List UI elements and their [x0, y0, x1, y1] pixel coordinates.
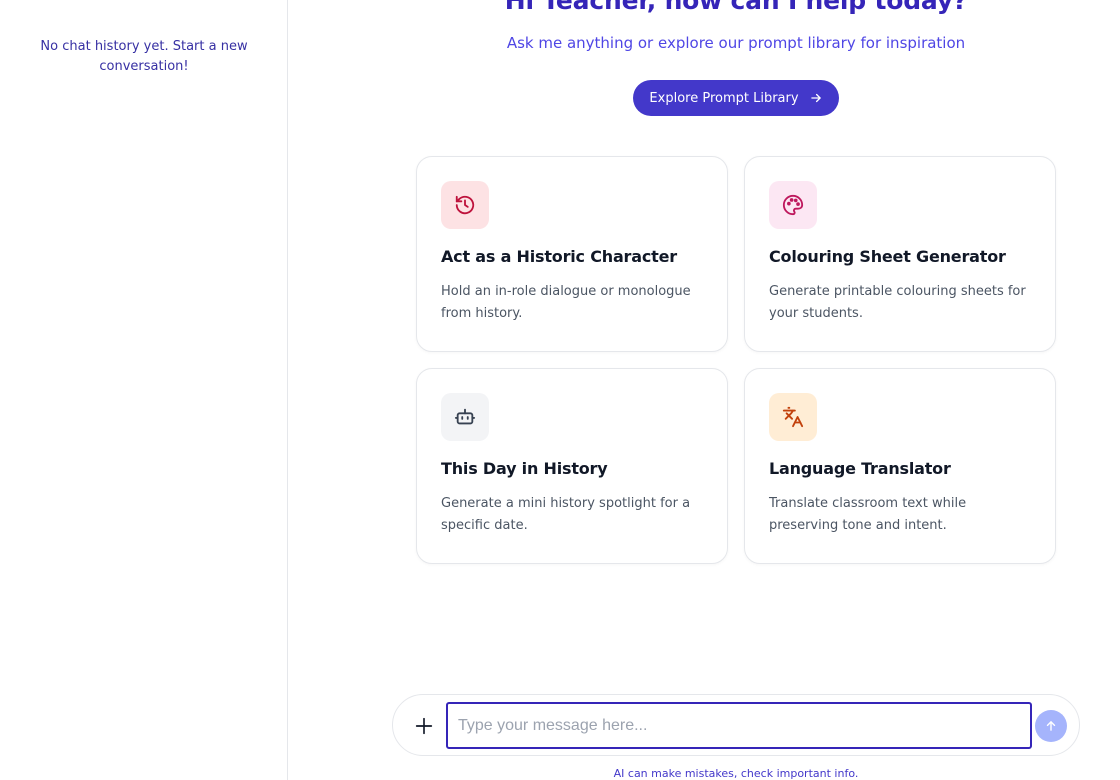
translate-icon — [769, 393, 817, 441]
plus-icon[interactable] — [413, 715, 435, 737]
message-input[interactable] — [446, 702, 1032, 749]
arrow-up-icon — [1046, 721, 1056, 731]
explore-button-label: Explore Prompt Library — [649, 90, 799, 106]
main-area: Hi Teacher, how can I help today? Ask me… — [288, 0, 1120, 780]
card-title: This Day in History — [441, 459, 608, 478]
prompt-card-colouring-sheet[interactable]: Colouring Sheet Generator Generate print… — [744, 156, 1056, 352]
card-description: Generate a mini history spotlight for a … — [441, 496, 691, 533]
card-description: Generate printable colouring sheets for … — [769, 284, 1026, 321]
send-button[interactable] — [1035, 710, 1067, 742]
sidebar: No chat history yet. Start a new convers… — [0, 0, 288, 780]
card-title: Act as a Historic Character — [441, 247, 677, 266]
bot-icon — [441, 393, 489, 441]
card-title: Colouring Sheet Generator — [769, 247, 1006, 266]
message-composer — [392, 694, 1080, 756]
prompt-card-this-day-in-history[interactable]: This Day in History Generate a mini hist… — [416, 368, 728, 564]
explore-prompt-library-button[interactable]: Explore Prompt Library — [633, 80, 839, 116]
arrow-right-icon — [810, 93, 821, 103]
prompt-card-language-translator[interactable]: Language Translator Translate classroom … — [744, 368, 1056, 564]
card-description: Hold an in-role dialogue or monologue fr… — [441, 284, 691, 321]
ai-disclaimer: AI can make mistakes, check important in… — [613, 767, 859, 780]
page-title: Hi Teacher, how can I help today? — [504, 0, 968, 15]
prompt-card-historic-character[interactable]: Act as a Historic Character Hold an in-r… — [416, 156, 728, 352]
card-description: Translate classroom text while preservin… — [769, 496, 967, 533]
history-icon — [441, 181, 489, 229]
chat-history-empty-message: No chat history yet. Start a new convers… — [40, 39, 248, 74]
palette-icon — [769, 181, 817, 229]
page-subtitle: Ask me anything or explore our prompt li… — [506, 34, 966, 52]
card-title: Language Translator — [769, 459, 951, 478]
